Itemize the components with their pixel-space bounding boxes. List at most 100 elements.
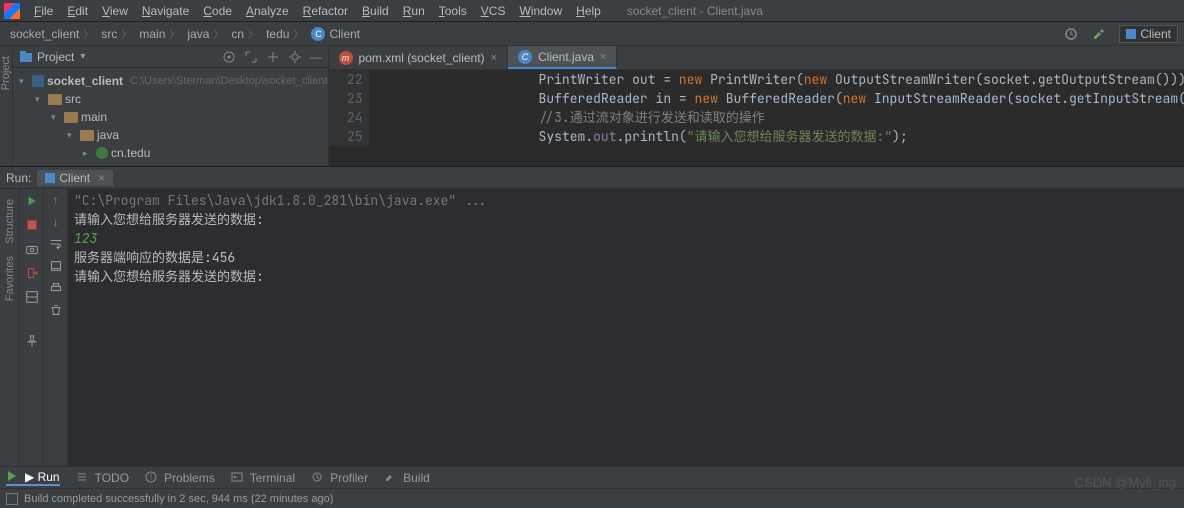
tool-tab-label: Profiler bbox=[330, 471, 368, 485]
tool-tab-profiler[interactable]: Profiler bbox=[311, 471, 368, 485]
breadcrumb-item[interactable]: main bbox=[135, 26, 183, 41]
bottom-tool-tabs: ▶ Run TODO! Problems Terminal Profiler Build bbox=[0, 466, 1184, 488]
rail-structure[interactable]: Structure bbox=[4, 193, 16, 250]
editor-tab[interactable]: CClient.java× bbox=[508, 46, 617, 69]
menu-tools[interactable]: Tools bbox=[433, 2, 473, 20]
exit-icon[interactable] bbox=[24, 265, 40, 281]
rail-project[interactable]: Project bbox=[0, 50, 12, 96]
breadcrumb-item[interactable]: cn bbox=[227, 26, 262, 41]
close-icon[interactable]: × bbox=[491, 52, 497, 64]
breadcrumb-item[interactable]: src bbox=[97, 26, 135, 41]
tree-root[interactable]: ▾ socket_client C:\Users\Sterman\Desktop… bbox=[13, 72, 328, 90]
menu-edit[interactable]: Edit bbox=[61, 2, 94, 20]
tool-tab-run[interactable]: ▶ Run bbox=[6, 470, 60, 486]
tree-node[interactable]: ▾java bbox=[13, 126, 328, 144]
print-icon[interactable] bbox=[49, 281, 63, 295]
tool-tab-terminal[interactable]: Terminal bbox=[231, 471, 295, 485]
breadcrumb-item[interactable]: socket_client bbox=[6, 26, 97, 41]
code-content[interactable]: PrintWriter out = new PrintWriter(new Ou… bbox=[369, 70, 1184, 146]
down-icon[interactable]: ↓ bbox=[53, 215, 59, 229]
scroll-icon[interactable] bbox=[49, 259, 63, 273]
module-icon bbox=[32, 75, 44, 87]
rail-favorites[interactable]: Favorites bbox=[4, 250, 16, 307]
editor-tabs: mpom.xml (socket_client)×CClient.java× bbox=[329, 46, 1184, 70]
menu-window[interactable]: Window bbox=[513, 2, 568, 20]
tool-tab-label: Problems bbox=[164, 471, 215, 485]
gear-icon[interactable] bbox=[288, 50, 302, 64]
tree-node-label: main bbox=[81, 110, 107, 124]
tree-node-label: src bbox=[65, 92, 81, 106]
wrap-icon[interactable] bbox=[49, 237, 63, 251]
menu-navigate[interactable]: Navigate bbox=[136, 2, 195, 20]
problems-icon: ! bbox=[145, 471, 159, 485]
menu-refactor[interactable]: Refactor bbox=[297, 2, 354, 20]
run-icon bbox=[6, 470, 20, 484]
menu-build[interactable]: Build bbox=[356, 2, 395, 20]
menu-view[interactable]: View bbox=[96, 2, 134, 20]
tree-node[interactable]: ▸cn.tedu bbox=[13, 144, 328, 162]
menu-help[interactable]: Help bbox=[570, 2, 607, 20]
folder-icon bbox=[48, 94, 62, 105]
breadcrumb-item[interactable]: tedu bbox=[262, 26, 307, 41]
tool-tab-problems[interactable]: ! Problems bbox=[145, 471, 215, 485]
run-toolbar-secondary: ↑ ↓ bbox=[44, 189, 68, 466]
menu-code[interactable]: Code bbox=[197, 2, 238, 20]
collapse-icon[interactable] bbox=[266, 50, 280, 64]
pin-icon[interactable] bbox=[24, 333, 40, 349]
tree-root-label: socket_client bbox=[47, 74, 123, 88]
app-logo-icon bbox=[4, 3, 20, 19]
hide-icon[interactable]: — bbox=[310, 50, 322, 64]
console-line: 123 bbox=[74, 229, 1178, 248]
line-gutter: 22232425 bbox=[329, 70, 369, 146]
target-icon[interactable] bbox=[222, 50, 236, 64]
status-text: Build completed successfully in 2 sec, 9… bbox=[24, 493, 333, 505]
run-label: Run: bbox=[6, 171, 31, 185]
stop-icon[interactable] bbox=[24, 217, 40, 233]
hammer-icon[interactable] bbox=[1091, 26, 1107, 42]
todo-icon bbox=[76, 471, 90, 485]
run-config-label: Client bbox=[1140, 27, 1171, 41]
up-icon[interactable]: ↑ bbox=[53, 193, 59, 207]
tree-root-path: C:\Users\Sterman\Desktop\socket_client bbox=[130, 75, 327, 87]
build-icon bbox=[384, 471, 398, 485]
run-console[interactable]: "C:\Program Files\Java\jdk1.8.0_281\bin\… bbox=[68, 189, 1184, 466]
left-tool-rail-lower: Structure Favorites bbox=[0, 189, 20, 466]
project-tree[interactable]: ▾ socket_client C:\Users\Sterman\Desktop… bbox=[13, 68, 328, 166]
file-icon: C bbox=[518, 50, 532, 64]
console-line: 服务器端响应的数据是:456 bbox=[74, 248, 1178, 267]
tree-node[interactable]: ▾main bbox=[13, 108, 328, 126]
sync-icon[interactable] bbox=[1063, 26, 1079, 42]
code-area[interactable]: 22232425 PrintWriter out = new PrintWrit… bbox=[329, 70, 1184, 146]
menu-vcs[interactable]: VCS bbox=[475, 2, 512, 20]
status-box-icon[interactable] bbox=[6, 493, 18, 505]
tree-node-label: cn.tedu bbox=[111, 146, 150, 160]
run-tab[interactable]: Client × bbox=[37, 170, 113, 186]
console-line: 请输入您想给服务器发送的数据: bbox=[74, 210, 1178, 229]
close-icon[interactable]: × bbox=[98, 171, 105, 185]
camera-icon[interactable] bbox=[24, 241, 40, 257]
menu-file[interactable]: File bbox=[28, 2, 59, 20]
breadcrumb-item[interactable]: java bbox=[183, 26, 227, 41]
file-icon: m bbox=[339, 51, 353, 65]
editor-tab[interactable]: mpom.xml (socket_client)× bbox=[329, 46, 508, 69]
tool-tab-build[interactable]: Build bbox=[384, 471, 430, 485]
status-bar: Build completed successfully in 2 sec, 9… bbox=[0, 488, 1184, 508]
trash-icon[interactable] bbox=[49, 303, 63, 317]
close-icon[interactable]: × bbox=[600, 51, 606, 63]
rerun-icon[interactable] bbox=[24, 193, 40, 209]
menu-run[interactable]: Run bbox=[397, 2, 431, 20]
project-panel: Project ▾ — ▾ socket_client C:\Users\Ste… bbox=[13, 46, 329, 166]
expand-icon[interactable] bbox=[244, 50, 258, 64]
tool-tab-todo[interactable]: TODO bbox=[76, 471, 129, 485]
run-tab-label: Client bbox=[59, 171, 90, 185]
tool-tab-label: TODO bbox=[95, 471, 129, 485]
layout-icon[interactable] bbox=[24, 289, 40, 305]
package-icon bbox=[96, 147, 108, 159]
folder-icon bbox=[64, 112, 78, 123]
breadcrumb-item[interactable]: CClient bbox=[307, 27, 368, 41]
tree-node[interactable]: ▾src bbox=[13, 90, 328, 108]
run-config-selector[interactable]: Client bbox=[1119, 25, 1178, 43]
dropdown-icon[interactable]: ▾ bbox=[80, 51, 85, 62]
menu-analyze[interactable]: Analyze bbox=[240, 2, 295, 20]
window-title: socket_client - Client.java bbox=[627, 4, 763, 18]
